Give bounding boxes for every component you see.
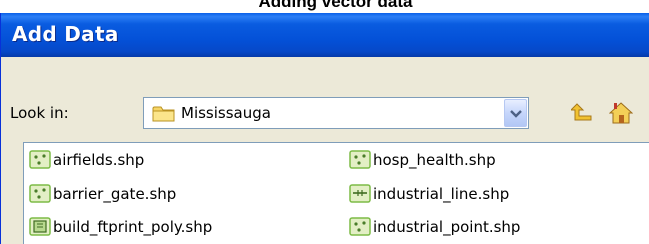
up-one-level-icon (571, 103, 592, 121)
folder-icon (152, 105, 176, 127)
dialog-title: Add Data (12, 22, 119, 46)
point-shapefile-icon (349, 217, 371, 240)
file-name: industrial_line.shp (373, 185, 510, 203)
add-data-dialog: Add Data Look in: Mississauga airfields.… (0, 13, 649, 244)
file-name: industrial_point.shp (373, 218, 521, 236)
look-in-value: Mississauga (181, 104, 271, 122)
look-in-combobox[interactable]: Mississauga (143, 97, 529, 129)
polygon-shapefile-icon (29, 217, 51, 240)
point-shapefile-icon (349, 150, 371, 173)
point-shapefile-icon (29, 150, 51, 173)
look-in-label: Look in: (10, 104, 69, 122)
up-one-level-button[interactable] (568, 97, 598, 129)
home-icon (609, 102, 633, 124)
line-shapefile-icon (349, 184, 371, 207)
file-name: hosp_health.shp (373, 151, 496, 169)
chevron-down-icon (510, 110, 522, 118)
file-name: build_ftprint_poly.shp (53, 218, 213, 236)
point-shapefile-icon (29, 184, 51, 207)
file-list[interactable]: airfields.shp barrier_gate.shp build_ftp… (23, 142, 649, 244)
dropdown-button[interactable] (504, 99, 527, 127)
file-name: barrier_gate.shp (53, 185, 177, 203)
home-button[interactable] (606, 97, 636, 129)
title-bar[interactable]: Add Data (1, 13, 649, 57)
file-name: airfields.shp (53, 151, 145, 169)
caption: Adding vector data (258, 0, 413, 11)
